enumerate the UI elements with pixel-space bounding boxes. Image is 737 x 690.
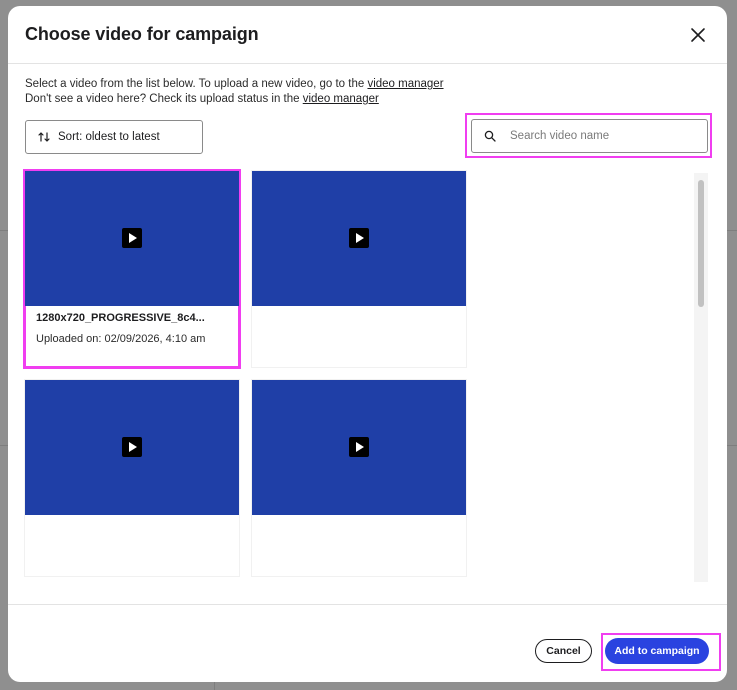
video-card[interactable] — [252, 171, 466, 367]
description-text: Don't see a video here? Check its upload… — [25, 93, 303, 105]
header-divider — [8, 63, 727, 64]
choose-video-dialog: Choose video for campaign Select a video… — [8, 6, 727, 682]
sort-icon — [38, 132, 50, 142]
description-line-1: Select a video from the list below. To u… — [25, 78, 444, 90]
backdrop-divider — [727, 445, 737, 446]
backdrop-divider — [0, 230, 8, 231]
scrollbar-thumb[interactable] — [698, 180, 704, 307]
video-upload-date: Uploaded on: 02/09/2026, 4:10 am — [36, 333, 206, 345]
close-button[interactable] — [687, 24, 709, 46]
video-thumbnail — [25, 380, 239, 515]
search-field[interactable] — [471, 119, 708, 153]
video-thumbnail — [252, 380, 466, 515]
backdrop-divider — [727, 230, 737, 231]
video-title: 1280x720_PROGRESSIVE_8c4... — [36, 312, 205, 324]
dialog-title: Choose video for campaign — [25, 24, 259, 44]
cancel-button[interactable]: Cancel — [535, 639, 592, 663]
video-card[interactable]: 1280x720_PROGRESSIVE_8c4... Uploaded on:… — [23, 169, 241, 369]
play-icon — [122, 228, 142, 248]
video-thumbnail — [252, 171, 466, 306]
description-line-2: Don't see a video here? Check its upload… — [25, 93, 379, 105]
search-icon — [484, 130, 496, 142]
video-manager-link[interactable]: video manager — [303, 93, 379, 105]
play-icon — [349, 437, 369, 457]
sort-button[interactable]: Sort: oldest to latest — [25, 120, 203, 154]
add-to-campaign-button[interactable]: Add to campaign — [605, 638, 709, 664]
video-card[interactable] — [252, 380, 466, 576]
backdrop-divider — [0, 445, 8, 446]
video-grid-scrollbar[interactable] — [694, 173, 708, 582]
close-icon — [691, 28, 705, 42]
search-input[interactable] — [508, 129, 692, 143]
play-icon — [349, 228, 369, 248]
video-card[interactable] — [25, 380, 239, 576]
footer-divider — [8, 604, 727, 605]
sort-label: Sort: oldest to latest — [58, 131, 160, 143]
video-thumbnail — [25, 171, 239, 306]
backdrop-divider — [214, 682, 215, 690]
video-manager-link[interactable]: video manager — [367, 78, 443, 90]
play-icon — [122, 437, 142, 457]
video-grid: 1280x720_PROGRESSIVE_8c4... Uploaded on:… — [22, 168, 694, 582]
description-text: Select a video from the list below. To u… — [25, 78, 368, 90]
